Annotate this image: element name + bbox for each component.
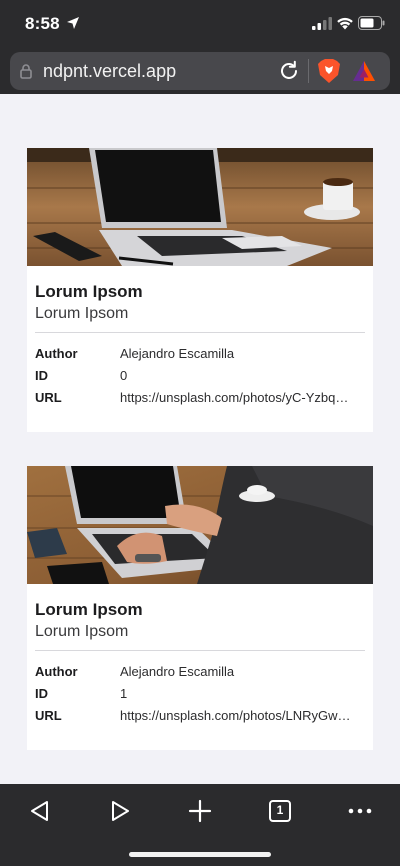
status-time: 8:58 [25,14,60,33]
url-link[interactable]: https://unsplash.com/photos/yC-Yzbq… [120,387,365,409]
toolbar-divider [308,59,309,83]
browser-chrome: 8:58 ndpnt.vercel.app [0,0,400,94]
id-row: ID 1 [35,683,365,705]
author-value: Alejandro Escamilla [120,346,235,361]
photo-card[interactable]: Lorum Ipsom Lorum Ipsom Author Alejandro… [27,466,373,750]
new-tab-plus-icon[interactable] [185,796,215,826]
id-label: ID [35,368,48,383]
address-bar[interactable]: ndpnt.vercel.app [10,52,390,90]
card-divider [35,650,365,651]
id-label: ID [35,686,48,701]
url-link[interactable]: https://unsplash.com/photos/LNRyGw… [120,705,365,727]
laptop-on-desk-photo [27,148,373,266]
url-row: URL https://unsplash.com/photos/yC-Yzbq… [35,387,365,409]
tabs-button[interactable]: 1 [265,796,295,826]
wifi-icon [337,17,353,30]
photo-card[interactable]: Lorum Ipsom Lorum Ipsom Author Alejandro… [27,148,373,432]
card-body: Lorum Ipsom Lorum Ipsom Author Alejandro… [27,266,373,432]
more-menu-icon[interactable] [345,796,375,826]
tab-count: 1 [276,803,284,817]
card-title: Lorum Ipsom [35,600,143,619]
author-label: Author [35,664,78,679]
author-row: Author Alejandro Escamilla [35,343,365,365]
status-bar: 8:58 [0,0,400,46]
id-row: ID 0 [35,365,365,387]
person-typing-laptop-photo [27,466,373,584]
url-label: URL [35,390,62,405]
brave-rewards-icon[interactable] [352,60,376,82]
forward-icon[interactable] [105,796,135,826]
page-content[interactable]: Lorum Ipsom Lorum Ipsom Author Alejandro… [0,94,400,784]
home-indicator[interactable] [129,852,271,857]
location-arrow-icon [67,17,79,29]
url-row: URL https://unsplash.com/photos/LNRyGw… [35,705,365,727]
card-body: Lorum Ipsom Lorum Ipsom Author Alejandro… [27,584,373,750]
battery-icon [358,16,385,30]
reload-icon[interactable] [278,60,300,82]
author-value: Alejandro Escamilla [120,664,235,679]
cellular-signal-icon [312,17,332,30]
card-title: Lorum Ipsom [35,282,143,301]
lock-icon [20,64,32,79]
id-value: 1 [120,686,128,701]
author-label: Author [35,346,78,361]
card-subtitle: Lorum Ipsom [35,623,129,640]
url-text[interactable]: ndpnt.vercel.app [43,61,176,82]
card-divider [35,332,365,333]
back-icon[interactable] [25,796,55,826]
card-subtitle: Lorum Ipsom [35,305,129,322]
brave-shields-icon[interactable] [317,58,341,84]
id-value: 0 [120,368,128,383]
author-row: Author Alejandro Escamilla [35,661,365,683]
url-label: URL [35,708,62,723]
